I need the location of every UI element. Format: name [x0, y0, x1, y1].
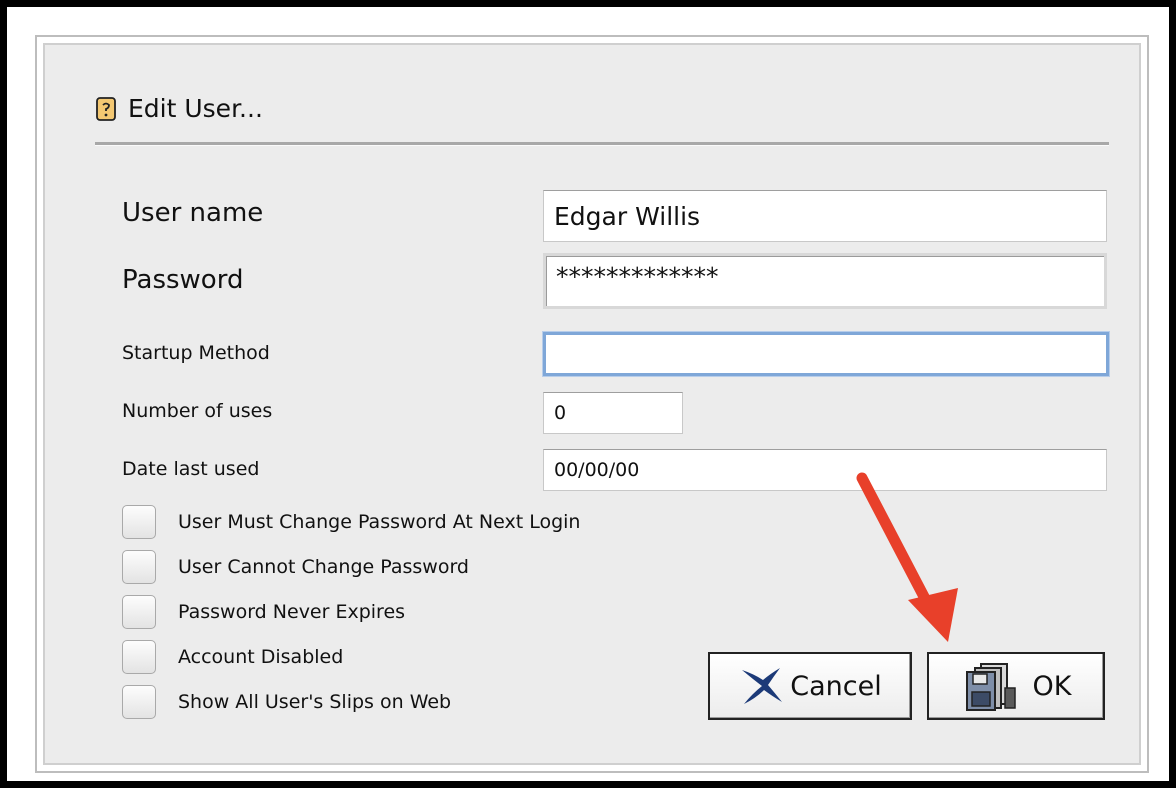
checkbox-label: User Cannot Change Password [178, 556, 469, 578]
dialog-title: Edit User... [128, 94, 263, 123]
x-icon [742, 668, 783, 704]
checkbox-show-all-slips[interactable] [122, 685, 156, 719]
ok-button[interactable]: OK [927, 652, 1105, 720]
checkbox-label: Password Never Expires [178, 601, 406, 623]
password-label: Password [122, 265, 244, 295]
checkbox-label: Show All User's Slips on Web [178, 691, 452, 713]
cancel-label: Cancel [790, 670, 882, 702]
password-input[interactable]: ************* [543, 253, 1107, 309]
user-name-input[interactable]: Edgar Willis [543, 190, 1107, 242]
checkbox-password-never-expires[interactable] [122, 595, 156, 629]
number-of-uses-label: Number of uses [122, 400, 273, 422]
startup-method-input[interactable] [543, 332, 1109, 376]
checkbox-row-cannot-change-password[interactable]: User Cannot Change Password [122, 550, 469, 584]
ok-label: OK [1032, 670, 1072, 702]
user-card-icon [96, 96, 116, 121]
user-name-label: User name [122, 198, 264, 228]
checkbox-label: User Must Change Password At Next Login [178, 511, 581, 533]
checkbox-cannot-change-password[interactable] [122, 550, 156, 584]
dialog-header: Edit User... [96, 94, 263, 123]
number-of-uses-input[interactable]: 0 [543, 392, 683, 434]
startup-method-label: Startup Method [122, 342, 270, 364]
checkbox-must-change-password[interactable] [122, 505, 156, 539]
date-last-used-label: Date last used [122, 458, 260, 480]
annotation-arrow-icon [856, 472, 958, 642]
date-last-used-input[interactable]: 00/00/00 [543, 449, 1107, 491]
checkbox-account-disabled[interactable] [122, 640, 156, 674]
checkbox-label: Account Disabled [178, 646, 344, 668]
title-divider [95, 142, 1109, 146]
checkbox-row-password-never-expires[interactable]: Password Never Expires [122, 595, 405, 629]
checkbox-row-must-change-password[interactable]: User Must Change Password At Next Login [122, 505, 580, 539]
cancel-button[interactable]: Cancel [708, 652, 912, 720]
checkbox-row-show-all-slips[interactable]: Show All User's Slips on Web [122, 685, 451, 719]
save-disk-icon [965, 663, 1016, 711]
checkbox-row-account-disabled[interactable]: Account Disabled [122, 640, 343, 674]
